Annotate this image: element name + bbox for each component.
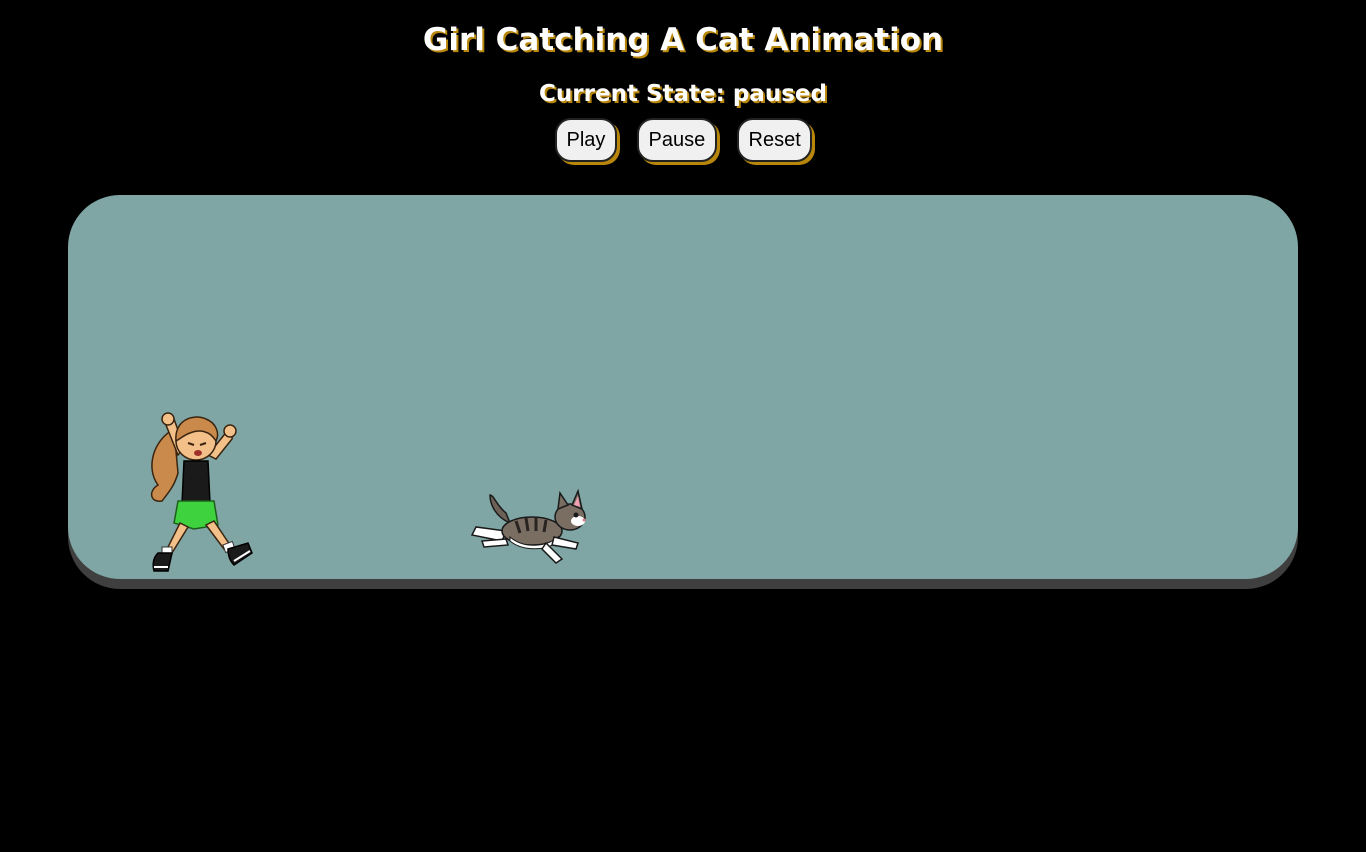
current-state: Current State: paused [0,78,1366,110]
pause-button[interactable]: Pause [636,118,717,162]
reset-button[interactable]: Reset [736,118,812,162]
page-title: Girl Catching A Cat Animation [422,22,944,58]
cat-sprite-icon [470,488,586,564]
control-bar: Play Pause Reset [0,118,1366,162]
girl-sprite-icon [150,412,253,572]
state-label: Current State: [539,81,725,107]
play-button[interactable]: Play [554,118,617,162]
animation-stage [68,195,1298,579]
state-value: paused [732,81,827,107]
